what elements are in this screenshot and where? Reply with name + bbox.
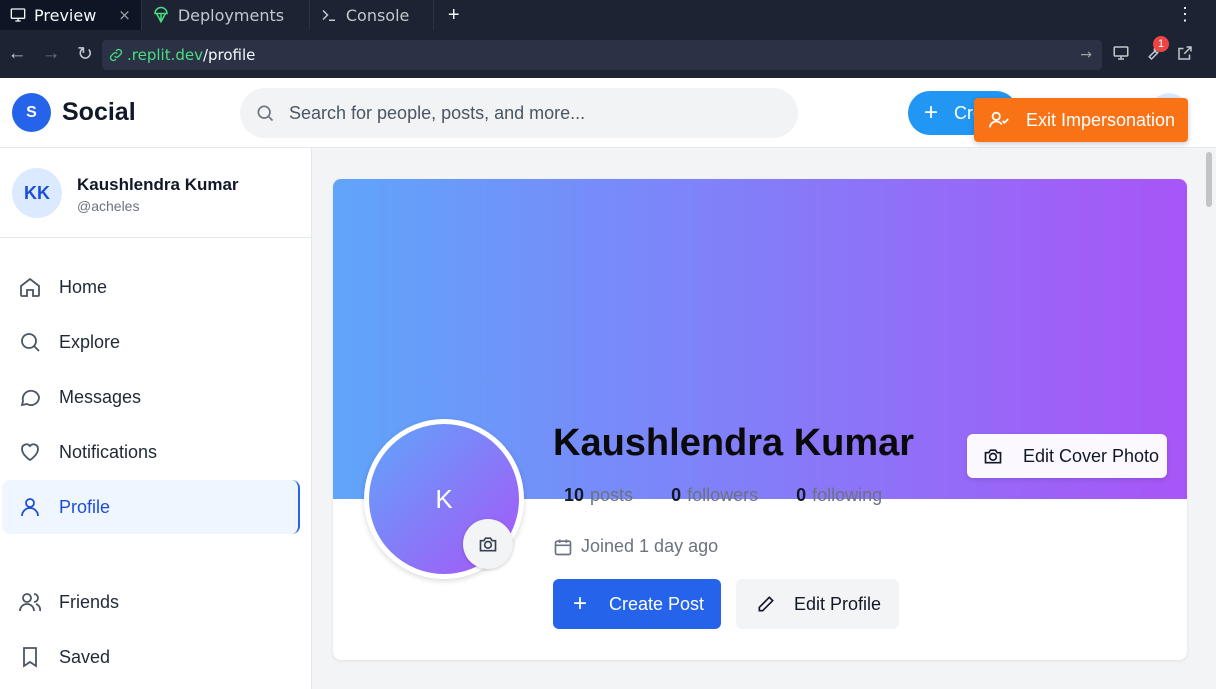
create-post-label: Create Post xyxy=(609,593,705,614)
go-icon[interactable]: → xyxy=(1080,47,1092,63)
search-icon xyxy=(257,105,274,122)
user-name: Kaushlendra Kumar xyxy=(77,175,239,194)
followers-label: followers xyxy=(687,485,759,505)
search-icon xyxy=(21,333,40,352)
tab-label: Preview xyxy=(34,5,97,25)
plus-icon: + xyxy=(924,99,939,126)
user-icon xyxy=(21,498,39,517)
app-header: S Social + Create Exit Impersonation xyxy=(0,78,1216,148)
users-icon xyxy=(19,593,42,612)
posts-label: posts xyxy=(590,485,634,505)
message-icon xyxy=(20,389,40,407)
edit-profile-label: Edit Profile xyxy=(794,593,882,614)
sidebar-item-label: Saved xyxy=(59,646,111,667)
url-host: .replit.dev xyxy=(127,46,203,64)
followers-stat[interactable]: 0 followers xyxy=(671,485,758,506)
calendar-icon xyxy=(554,539,572,555)
tab-deployments[interactable]: Deployments xyxy=(142,0,310,30)
following-stat[interactable]: 0 following xyxy=(796,485,882,506)
deploy-icon xyxy=(154,6,168,24)
brand-logo[interactable]: S Social xyxy=(12,93,136,132)
create-post-button[interactable]: + Create Post xyxy=(553,579,721,629)
user-handle: @acheles xyxy=(77,198,140,214)
sidebar-item-explore[interactable]: Explore xyxy=(2,315,300,369)
social-app: S Social + Create Exit Impersonation KK … xyxy=(0,78,1216,689)
tab-preview[interactable]: Preview × xyxy=(0,0,142,30)
sidebar-item-label: Home xyxy=(59,276,108,297)
posts-stat[interactable]: 10 posts xyxy=(564,485,633,506)
scrollbar[interactable] xyxy=(1206,152,1212,207)
joined-text: Joined 1 day ago xyxy=(581,536,719,556)
heart-icon xyxy=(21,443,39,462)
terminal-icon xyxy=(322,9,335,21)
sidebar-item-messages[interactable]: Messages xyxy=(2,370,300,424)
plus-icon: + xyxy=(573,590,588,617)
followers-count: 0 xyxy=(671,485,682,505)
brand-name: Social xyxy=(62,98,136,126)
posts-count: 10 xyxy=(564,485,585,505)
user-check-icon xyxy=(988,111,1009,128)
profile-header-card: Edit Cover Photo K Kaushlendra Kumar 10 p… xyxy=(333,179,1187,660)
sidebar-item-notifications[interactable]: Notifications xyxy=(2,425,300,479)
more-menu-icon[interactable]: ⋮ xyxy=(1176,4,1194,25)
brand-mark: S xyxy=(12,93,51,132)
reload-icon[interactable]: ↻ xyxy=(68,43,102,66)
sidebar-item-label: Friends xyxy=(59,591,120,612)
sidebar-item-label: Notifications xyxy=(59,441,158,462)
bookmark-icon xyxy=(23,647,37,668)
tab-console[interactable]: Console xyxy=(310,0,434,30)
exit-impersonation-label: Exit Impersonation xyxy=(1026,109,1176,130)
url-path: /profile xyxy=(202,46,256,64)
sidebar-profile-card[interactable]: KK Kaushlendra Kumar @acheles xyxy=(0,148,311,238)
edit-profile-button[interactable]: Edit Profile xyxy=(736,579,899,629)
sidebar-item-home[interactable]: Home xyxy=(2,260,300,314)
ide-tab-bar: Preview × Deployments Console + ⋮ xyxy=(0,0,1216,30)
sidebar-item-label: Profile xyxy=(59,496,111,517)
exit-impersonation-button[interactable]: Exit Impersonation xyxy=(974,98,1188,142)
edit-icon xyxy=(758,596,774,612)
url-field[interactable]: .replit.dev/profile → xyxy=(102,40,1102,70)
forward-icon[interactable]: → xyxy=(34,43,68,65)
following-count: 0 xyxy=(796,485,807,505)
close-icon[interactable]: × xyxy=(118,6,131,24)
search-input[interactable] xyxy=(289,102,769,124)
sidebar-item-label: Explore xyxy=(59,331,121,352)
edit-cover-label: Edit Cover Photo xyxy=(1023,445,1160,466)
camera-icon xyxy=(984,449,1002,464)
edit-cover-photo-button[interactable]: Edit Cover Photo xyxy=(967,434,1167,478)
tab-label: Deployments xyxy=(177,5,285,25)
joined-date: Joined 1 day ago xyxy=(553,536,718,557)
main-content: Edit Cover Photo K Kaushlendra Kumar 10 p… xyxy=(312,148,1216,689)
devices-icon[interactable] xyxy=(1112,44,1130,62)
sidebar-item-label: Messages xyxy=(59,386,142,407)
home-icon xyxy=(20,277,40,297)
camera-icon xyxy=(479,537,497,552)
sidebar-item-friends[interactable]: Friends xyxy=(2,575,300,629)
profile-stats: 10 posts 0 followers 0 following xyxy=(564,485,920,506)
new-tab-button[interactable]: + xyxy=(434,4,474,27)
following-label: following xyxy=(812,485,883,505)
sidebar: KK Kaushlendra Kumar @acheles Home Explo… xyxy=(0,148,312,689)
external-link-icon[interactable] xyxy=(1176,44,1194,62)
sidebar-item-saved[interactable]: Saved xyxy=(2,630,300,684)
change-avatar-button[interactable] xyxy=(463,519,513,569)
search-box[interactable] xyxy=(240,88,798,138)
devtools-button[interactable]: 1 xyxy=(1144,36,1169,67)
back-icon[interactable]: ← xyxy=(0,43,34,65)
profile-name: Kaushlendra Kumar xyxy=(553,422,915,464)
avatar: KK xyxy=(12,168,62,218)
tab-label: Console xyxy=(345,5,410,25)
preview-toolbar: ← → ↻ .replit.dev/profile → 1 xyxy=(0,30,1216,78)
sidebar-item-profile[interactable]: Profile xyxy=(2,480,300,534)
notification-badge: 1 xyxy=(1153,36,1169,52)
monitor-icon xyxy=(10,8,26,22)
link-icon xyxy=(109,48,123,62)
